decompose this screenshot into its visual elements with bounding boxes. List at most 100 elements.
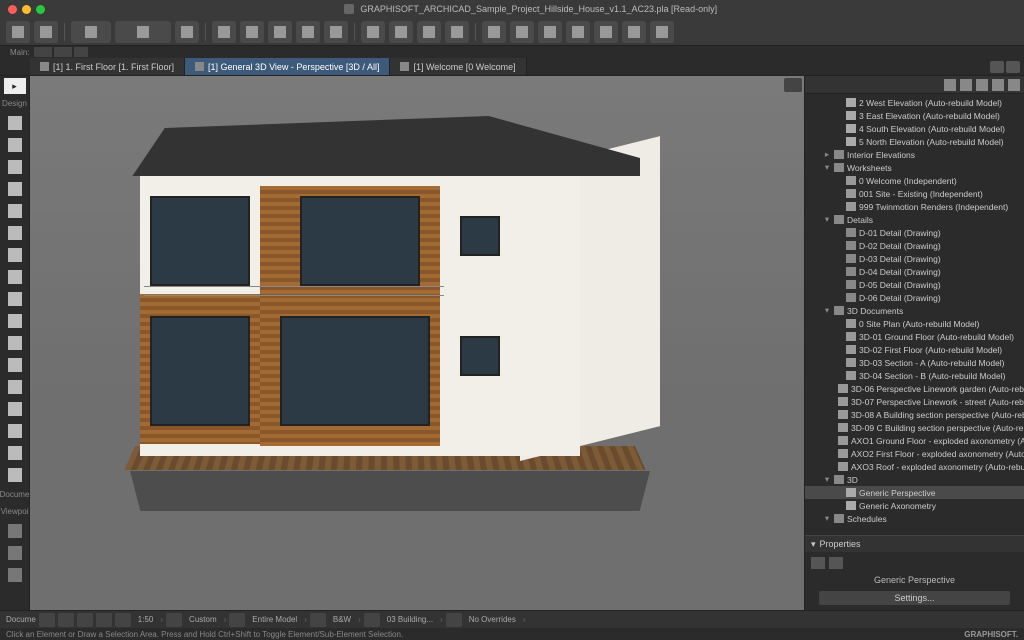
skylight-tool-button[interactable] bbox=[4, 311, 26, 331]
tool-b-button[interactable] bbox=[240, 21, 264, 43]
arrow-tool-button[interactable]: ▸ bbox=[4, 78, 26, 94]
label-tool-button[interactable] bbox=[4, 565, 26, 585]
navigator-item[interactable]: 3D-06 Perspective Linework garden (Auto-… bbox=[805, 382, 1024, 395]
qo-button[interactable] bbox=[364, 613, 380, 627]
properties-header[interactable]: ▾Properties bbox=[805, 536, 1024, 552]
tool-n-button[interactable] bbox=[594, 21, 618, 43]
navigator-item[interactable]: AXO2 First Floor - exploded axonometry (… bbox=[805, 447, 1024, 460]
redo-button[interactable] bbox=[34, 21, 58, 43]
navigator-item[interactable]: 3D-03 Section - A (Auto-rebuild Model) bbox=[805, 356, 1024, 369]
navigator-item[interactable]: ▸Interior Elevations bbox=[805, 148, 1024, 161]
roof-tool-button[interactable] bbox=[4, 267, 26, 287]
navigator-item[interactable]: 3D-08 A Building section perspective (Au… bbox=[805, 408, 1024, 421]
navigator-item[interactable]: 3D-09 C Building section perspective (Au… bbox=[805, 421, 1024, 434]
custom-label[interactable]: Custom bbox=[185, 615, 221, 624]
property-icon-button[interactable] bbox=[829, 557, 843, 569]
tool-c-button[interactable] bbox=[268, 21, 292, 43]
navigator-item[interactable]: ▾Worksheets bbox=[805, 161, 1024, 174]
tool-a-button[interactable] bbox=[212, 21, 236, 43]
qo-button[interactable] bbox=[39, 613, 55, 627]
bw-label[interactable]: B&W bbox=[329, 615, 355, 624]
navigator-item[interactable]: 999 Twinmotion Renders (Independent) bbox=[805, 200, 1024, 213]
new-button[interactable] bbox=[71, 21, 111, 43]
document-tab[interactable]: [1] 1. First Floor [1. First Floor] bbox=[30, 58, 185, 75]
navigator-item[interactable]: 001 Site - Existing (Independent) bbox=[805, 187, 1024, 200]
column-tool-button[interactable] bbox=[4, 179, 26, 199]
lamp-tool-button[interactable] bbox=[4, 465, 26, 485]
tool-d-button[interactable] bbox=[296, 21, 320, 43]
tool-p-button[interactable] bbox=[650, 21, 674, 43]
navigator-item[interactable]: ▾3D bbox=[805, 473, 1024, 486]
folder-icon[interactable] bbox=[976, 79, 988, 91]
railing-tool-button[interactable] bbox=[4, 443, 26, 463]
navigator-item[interactable]: D-01 Detail (Drawing) bbox=[805, 226, 1024, 239]
tool-f-button[interactable] bbox=[361, 21, 385, 43]
tool-g-button[interactable] bbox=[389, 21, 413, 43]
tool-j-button[interactable] bbox=[482, 21, 506, 43]
navigator-item[interactable]: D-05 Detail (Drawing) bbox=[805, 278, 1024, 291]
overrides-label[interactable]: No Overrides bbox=[465, 615, 520, 624]
publisher-icon[interactable] bbox=[1008, 79, 1020, 91]
document-tab[interactable]: [1] Welcome [0 Welcome] bbox=[390, 58, 526, 75]
navigator-item[interactable]: 0 Welcome (Independent) bbox=[805, 174, 1024, 187]
tool-o-button[interactable] bbox=[622, 21, 646, 43]
tool-i-button[interactable] bbox=[445, 21, 469, 43]
navigator-item[interactable]: 2 West Elevation (Auto-rebuild Model) bbox=[805, 96, 1024, 109]
settings-button[interactable]: Settings... bbox=[819, 591, 1010, 605]
navigator-item[interactable]: ▾3D Documents bbox=[805, 304, 1024, 317]
view-select-button[interactable] bbox=[115, 21, 171, 43]
object-tool-button[interactable] bbox=[4, 377, 26, 397]
wall-tool-button[interactable] bbox=[4, 113, 26, 133]
document-tab[interactable]: [1] General 3D View - Perspective [3D / … bbox=[185, 58, 390, 75]
mini-button[interactable] bbox=[54, 47, 72, 57]
layer-label[interactable]: 03 Building... bbox=[383, 615, 437, 624]
close-window-icon[interactable] bbox=[8, 5, 17, 14]
chevron-down-icon[interactable] bbox=[1006, 61, 1020, 73]
property-icon-button[interactable] bbox=[811, 557, 825, 569]
tool-e-button[interactable] bbox=[324, 21, 348, 43]
navigator-item[interactable]: ▾Schedules bbox=[805, 512, 1024, 525]
window-tool-button[interactable] bbox=[4, 157, 26, 177]
navigator-item[interactable]: Generic Perspective bbox=[805, 486, 1024, 499]
navigator-item[interactable]: 3 East Elevation (Auto-rebuild Model) bbox=[805, 109, 1024, 122]
navigator-item[interactable]: AXO3 Roof - exploded axonometry (Auto-re… bbox=[805, 460, 1024, 473]
filter-label[interactable]: Entire Model bbox=[248, 615, 301, 624]
cloud-icon[interactable] bbox=[990, 61, 1004, 73]
layout-icon[interactable] bbox=[992, 79, 1004, 91]
qo-button[interactable] bbox=[58, 613, 74, 627]
navigator-tree[interactable]: 2 West Elevation (Auto-rebuild Model)3 E… bbox=[805, 94, 1024, 535]
morph-tool-button[interactable] bbox=[4, 355, 26, 375]
qo-button[interactable] bbox=[229, 613, 245, 627]
qo-button[interactable] bbox=[310, 613, 326, 627]
navigator-item[interactable]: 3D-02 First Floor (Auto-rebuild Model) bbox=[805, 343, 1024, 356]
3d-viewport[interactable] bbox=[30, 76, 804, 610]
navigator-item[interactable]: 4 South Elevation (Auto-rebuild Model) bbox=[805, 122, 1024, 135]
navigator-item[interactable]: 3D-07 Perspective Linework - street (Aut… bbox=[805, 395, 1024, 408]
navigator-item[interactable]: 0 Site Plan (Auto-rebuild Model) bbox=[805, 317, 1024, 330]
qo-button[interactable] bbox=[115, 613, 131, 627]
navigator-item[interactable]: 3D-04 Section - B (Auto-rebuild Model) bbox=[805, 369, 1024, 382]
qo-button[interactable] bbox=[446, 613, 462, 627]
shell-tool-button[interactable] bbox=[4, 289, 26, 309]
mesh-tool-button[interactable] bbox=[4, 421, 26, 441]
qo-button[interactable] bbox=[96, 613, 112, 627]
qo-button[interactable] bbox=[77, 613, 93, 627]
tool-m-button[interactable] bbox=[566, 21, 590, 43]
tool-h-button[interactable] bbox=[417, 21, 441, 43]
orbit-button[interactable] bbox=[784, 78, 802, 92]
navigator-item[interactable]: D-06 Detail (Drawing) bbox=[805, 291, 1024, 304]
slab-tool-button[interactable] bbox=[4, 223, 26, 243]
favorites-button[interactable] bbox=[175, 21, 199, 43]
zone-tool-button[interactable] bbox=[4, 399, 26, 419]
tool-l-button[interactable] bbox=[538, 21, 562, 43]
navigator-item[interactable]: Generic Axonometry bbox=[805, 499, 1024, 512]
navigator-item[interactable]: AXO1 Ground Floor - exploded axonometry … bbox=[805, 434, 1024, 447]
door-tool-button[interactable] bbox=[4, 135, 26, 155]
beam-tool-button[interactable] bbox=[4, 201, 26, 221]
undo-button[interactable] bbox=[6, 21, 30, 43]
zoom-label[interactable]: 1:50 bbox=[134, 615, 158, 624]
navigator-item[interactable]: D-03 Detail (Drawing) bbox=[805, 252, 1024, 265]
navigator-item[interactable]: 5 North Elevation (Auto-rebuild Model) bbox=[805, 135, 1024, 148]
navigator-item[interactable]: ▾Details bbox=[805, 213, 1024, 226]
navigator-item[interactable]: 3D-01 Ground Floor (Auto-rebuild Model) bbox=[805, 330, 1024, 343]
